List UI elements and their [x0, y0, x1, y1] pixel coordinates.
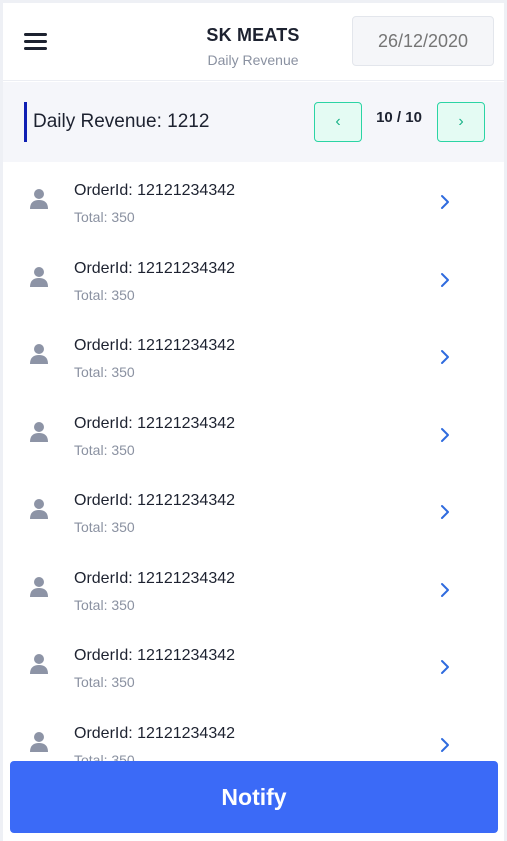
- user-avatar-icon: [30, 731, 48, 752]
- order-list-item[interactable]: OrderId: 12121234342 Total: 350: [3, 627, 504, 705]
- order-id: OrderId: 12121234342: [74, 182, 236, 199]
- order-list-item[interactable]: OrderId: 12121234342 Total: 350: [3, 550, 504, 628]
- order-total: Total: 350: [74, 364, 135, 380]
- order-id: OrderId: 12121234342: [74, 337, 236, 354]
- user-avatar-icon: [30, 189, 48, 209]
- user-avatar-icon: [30, 499, 48, 519]
- notify-button[interactable]: Notify: [10, 761, 498, 833]
- order-total: Total: 350: [74, 209, 135, 225]
- previous-page-button[interactable]: ‹: [314, 102, 362, 142]
- summary-accent-bar: [24, 102, 27, 142]
- order-total: Total: 350: [74, 286, 135, 303]
- chevron-right-icon[interactable]: [439, 272, 451, 288]
- order-total: Total: 350: [74, 674, 135, 690]
- chevron-right-icon[interactable]: [439, 349, 451, 365]
- brand: SK MEATS Daily Revenue: [153, 25, 353, 68]
- order-total: Total: 350: [74, 441, 135, 458]
- header: SK MEATS Daily Revenue: [3, 3, 504, 81]
- order-list-item[interactable]: OrderId: 12121234342 Total: 350: [3, 240, 504, 318]
- user-avatar-icon: [30, 266, 48, 287]
- user-avatar-icon: [30, 576, 48, 597]
- page-indicator: 10 / 10: [376, 109, 422, 126]
- chevron-right-icon[interactable]: [439, 427, 451, 443]
- user-avatar-icon: [30, 421, 48, 442]
- order-id: OrderId: 12121234342: [74, 414, 236, 432]
- order-list-item[interactable]: OrderId: 12121234342 Total: 350: [3, 317, 504, 395]
- app-frame: SK MEATS Daily Revenue Daily Revenue: 12…: [3, 3, 504, 841]
- order-list-item[interactable]: OrderId: 12121234342 Total: 350: [3, 395, 504, 473]
- order-id: OrderId: 12121234342: [74, 647, 236, 664]
- order-total: Total: 350: [74, 596, 135, 613]
- user-avatar-icon: [30, 654, 48, 674]
- order-total: Total: 350: [74, 519, 135, 535]
- app-title: SK MEATS: [206, 25, 300, 45]
- page-subtitle: Daily Revenue: [207, 52, 299, 68]
- order-id: OrderId: 12121234342: [74, 724, 236, 742]
- chevron-right-icon[interactable]: [439, 504, 451, 520]
- date-input[interactable]: [352, 16, 494, 66]
- order-id: OrderId: 12121234342: [74, 259, 236, 277]
- revenue-summary-bar: Daily Revenue: 1212 ‹ 10 / 10 ›: [3, 82, 504, 162]
- order-list: OrderId: 12121234342 Total: 350 OrderId:…: [3, 162, 504, 782]
- daily-revenue-title: Daily Revenue: 1212: [33, 111, 210, 132]
- user-avatar-icon: [30, 344, 48, 364]
- chevron-right-icon[interactable]: [439, 582, 451, 598]
- chevron-right-icon[interactable]: [439, 659, 451, 675]
- order-list-item[interactable]: OrderId: 12121234342 Total: 350: [3, 162, 504, 240]
- hamburger-menu-icon[interactable]: [24, 33, 54, 55]
- chevron-right-icon[interactable]: [439, 194, 451, 210]
- next-page-button[interactable]: ›: [437, 102, 485, 142]
- chevron-right-icon[interactable]: [439, 737, 451, 753]
- order-id: OrderId: 12121234342: [74, 492, 236, 509]
- order-id: OrderId: 12121234342: [74, 569, 236, 587]
- order-list-item[interactable]: OrderId: 12121234342 Total: 350: [3, 472, 504, 550]
